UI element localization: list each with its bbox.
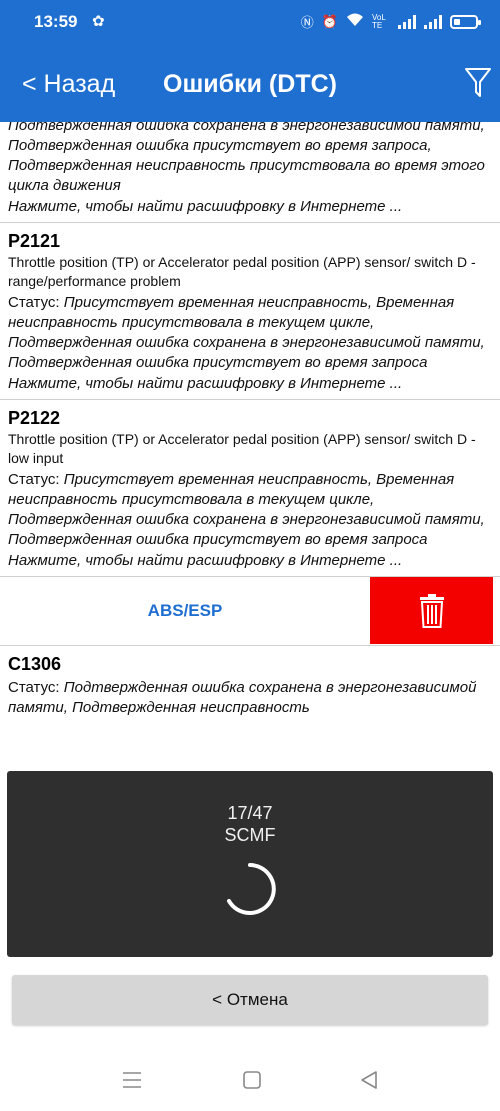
status-time: 13:59 — [34, 12, 78, 31]
dtc-entry-p2122[interactable]: P2122 Throttle position (TP) or Accelera… — [0, 400, 500, 577]
dtc-status: Статус: Присутствует временная неисправн… — [8, 293, 492, 373]
dtc-code: C1306 — [8, 654, 62, 674]
search-online-link[interactable]: Нажмите, чтобы найти расшифровку в Интер… — [8, 196, 492, 222]
progress-count: 17/47 — [227, 803, 273, 823]
status-label: Статус: — [8, 471, 64, 488]
battery-icon — [450, 14, 481, 29]
status-bar: 13:59 ✿ Ⓝ ⏰ VoLTE — [0, 0, 500, 44]
dtc-list[interactable]: Подтвержденная ошибка сохранена в энерго… — [0, 122, 500, 770]
section-abs-esp: ABS/ESP — [0, 577, 500, 646]
dtc-entry-c1306[interactable]: C1306 Статус: Подтвержденная ошибка сохр… — [0, 646, 500, 718]
dtc-code: P2122 — [8, 408, 61, 428]
system-nav-bar — [0, 1050, 500, 1111]
dtc-status: Статус: Присутствует временная неисправн… — [8, 470, 492, 550]
cancel-button[interactable]: < Отмена — [12, 975, 488, 1025]
progress-dialog: 17/47 SCMF — [7, 771, 493, 957]
status-label: Статус: — [8, 294, 64, 311]
dtc-description: Throttle position (TP) or Accelerator pe… — [8, 431, 476, 466]
section-title: ABS/ESP — [147, 601, 223, 620]
search-online-link[interactable]: Нажмите, чтобы найти расшифровку в Интер… — [8, 550, 492, 576]
page-title: Ошибки (DTC) — [163, 70, 337, 98]
back-nav-icon[interactable] — [358, 1070, 380, 1090]
volte-label: VoLTE — [372, 12, 386, 30]
status-value: Присутствует временная неисправность, Вр… — [8, 294, 485, 371]
alarm-icon: ⏰ — [321, 13, 338, 29]
dtc-code: P2121 — [8, 231, 61, 251]
status-value: Подтвержденная ошибка сохранена в энерго… — [8, 679, 477, 716]
delete-button[interactable] — [370, 577, 493, 644]
dtc-entry-p2121[interactable]: P2121 Throttle position (TP) or Accelera… — [0, 223, 500, 400]
app-header: < Назад Ошибки (DTC) — [0, 44, 500, 122]
app-notification-icon: ✿ — [92, 13, 105, 30]
progress-module-name: SCMF — [224, 825, 276, 845]
loading-spinner-icon — [227, 863, 276, 915]
signal-2-icon — [424, 14, 442, 29]
trash-icon — [419, 593, 444, 628]
dtc-status: Статус: Подтвержденная ошибка сохранена … — [8, 678, 492, 718]
menu-icon[interactable] — [121, 1070, 143, 1090]
filter-icon[interactable] — [464, 66, 492, 100]
home-icon[interactable] — [241, 1070, 263, 1090]
signal-1-icon — [398, 14, 416, 29]
status-value: Присутствует временная неисправность, Вр… — [8, 471, 485, 548]
search-online-link[interactable]: Нажмите, чтобы найти расшифровку в Интер… — [8, 373, 492, 399]
status-label: Статус: — [8, 679, 64, 696]
nfc-icon: Ⓝ — [300, 15, 314, 30]
dtc-entry-partial[interactable]: Подтвержденная ошибка сохранена в энерго… — [0, 122, 500, 223]
app-screen: 13:59 ✿ Ⓝ ⏰ VoLTE < Назад Ошибки (DTC) П… — [0, 0, 500, 1111]
wifi-icon — [346, 13, 364, 30]
dtc-description: Throttle position (TP) or Accelerator pe… — [8, 254, 476, 289]
status-icons: Ⓝ ⏰ VoLTE — [300, 12, 481, 31]
dtc-status-text: Подтвержденная ошибка сохранена в энерго… — [8, 122, 485, 194]
